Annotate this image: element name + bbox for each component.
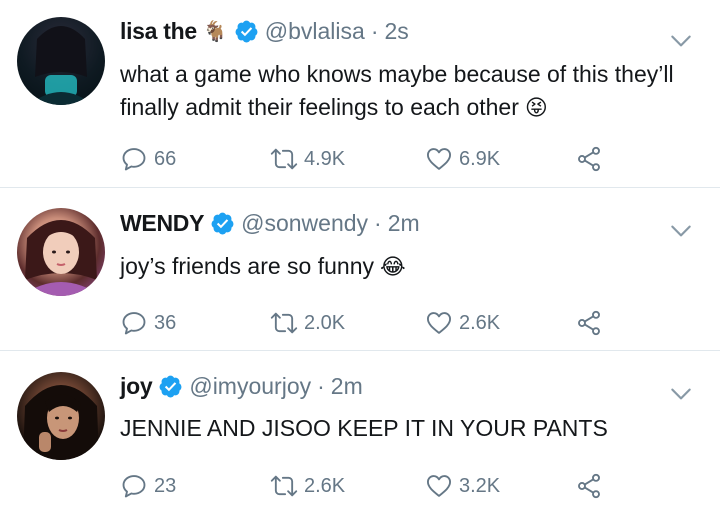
verified-badge-icon (235, 20, 258, 43)
reply-icon (122, 148, 146, 171)
like-count: 2.6K (459, 311, 501, 334)
tweet-actions: 66 4.9K 6.9K (120, 144, 620, 174)
tweet-card[interactable]: WENDY @sonwendy · 2m joy’s friends are s… (0, 188, 720, 351)
chevron-down-icon[interactable] (668, 28, 694, 54)
tongue-face-emoji: 😝 (524, 95, 548, 120)
share-button[interactable] (575, 308, 603, 338)
reply-button[interactable]: 36 (120, 308, 176, 338)
separator-dot: · (317, 373, 325, 399)
like-button[interactable]: 2.6K (425, 308, 500, 338)
reply-icon (122, 475, 146, 498)
tweet-actions: 23 2.6K 3.2K (120, 471, 620, 501)
timestamp[interactable]: 2s (385, 18, 409, 45)
retweet-icon (270, 148, 298, 170)
verified-badge-icon (159, 375, 182, 398)
chevron-down-icon[interactable] (668, 381, 694, 407)
like-icon (426, 148, 452, 170)
tweet-header: joy @imyourjoy · 2m (120, 373, 363, 400)
display-name[interactable]: joy (120, 373, 153, 400)
avatar[interactable] (17, 17, 105, 105)
separator-dot: · (370, 18, 379, 44)
reply-count: 36 (154, 311, 177, 334)
tweet-feed: lisa the 🐐 @bvlalisa · 2s what a game wh… (0, 0, 720, 512)
tweet-text: JENNIE AND JISOO KEEP IT IN YOUR PANTS (120, 412, 690, 445)
separator-dot: · (374, 210, 382, 236)
like-icon (426, 475, 452, 497)
retweet-button[interactable]: 2.6K (270, 471, 345, 501)
like-button[interactable]: 3.2K (425, 471, 500, 501)
tweet-header: WENDY @sonwendy · 2m (120, 210, 420, 237)
like-icon (426, 312, 452, 334)
reply-button[interactable]: 66 (120, 144, 176, 174)
timestamp[interactable]: 2m (388, 210, 420, 237)
share-button[interactable] (575, 144, 603, 174)
reply-count: 66 (154, 147, 177, 170)
reply-icon (122, 312, 146, 335)
retweet-icon (270, 475, 298, 497)
tweet-card[interactable]: joy @imyourjoy · 2m JENNIE AND JISOO KEE… (0, 351, 720, 512)
tweet-header: lisa the 🐐 @bvlalisa · 2s (120, 18, 409, 45)
share-icon (578, 146, 600, 172)
avatar[interactable] (17, 372, 105, 460)
goat-emoji: 🐐 (202, 20, 228, 43)
retweet-count: 2.0K (304, 311, 346, 334)
like-count: 6.9K (459, 147, 501, 170)
tweet-body: joy’s friends are so funny (120, 253, 374, 279)
share-icon (578, 310, 600, 336)
tweet-text: joy’s friends are so funny 😂 (120, 250, 690, 283)
display-name[interactable]: WENDY (120, 210, 204, 237)
retweet-count: 2.6K (304, 474, 346, 497)
verified-badge-icon (211, 212, 234, 235)
tweet-body: what a game who knows maybe because of t… (120, 61, 674, 120)
reply-count: 23 (154, 474, 177, 497)
laughing-emoji: 😂 (380, 254, 406, 279)
retweet-count: 4.9K (304, 147, 346, 170)
like-button[interactable]: 6.9K (425, 144, 500, 174)
display-name[interactable]: lisa the (120, 18, 197, 45)
user-handle[interactable]: @imyourjoy (189, 373, 311, 400)
retweet-button[interactable]: 4.9K (270, 144, 345, 174)
retweet-button[interactable]: 2.0K (270, 308, 345, 338)
avatar[interactable] (17, 208, 105, 296)
share-button[interactable] (575, 471, 603, 501)
tweet-text: what a game who knows maybe because of t… (120, 58, 690, 124)
chevron-down-icon[interactable] (668, 218, 694, 244)
tweet-body: JENNIE AND JISOO KEEP IT IN YOUR PANTS (120, 415, 608, 441)
retweet-icon (270, 312, 298, 334)
tweet-card[interactable]: lisa the 🐐 @bvlalisa · 2s what a game wh… (0, 0, 720, 188)
tweet-actions: 36 2.0K 2.6K (120, 308, 620, 338)
timestamp[interactable]: 2m (331, 373, 363, 400)
like-count: 3.2K (459, 474, 501, 497)
user-handle[interactable]: @sonwendy (241, 210, 368, 237)
share-icon (578, 473, 600, 499)
user-handle[interactable]: @bvlalisa (265, 18, 365, 45)
reply-button[interactable]: 23 (120, 471, 176, 501)
